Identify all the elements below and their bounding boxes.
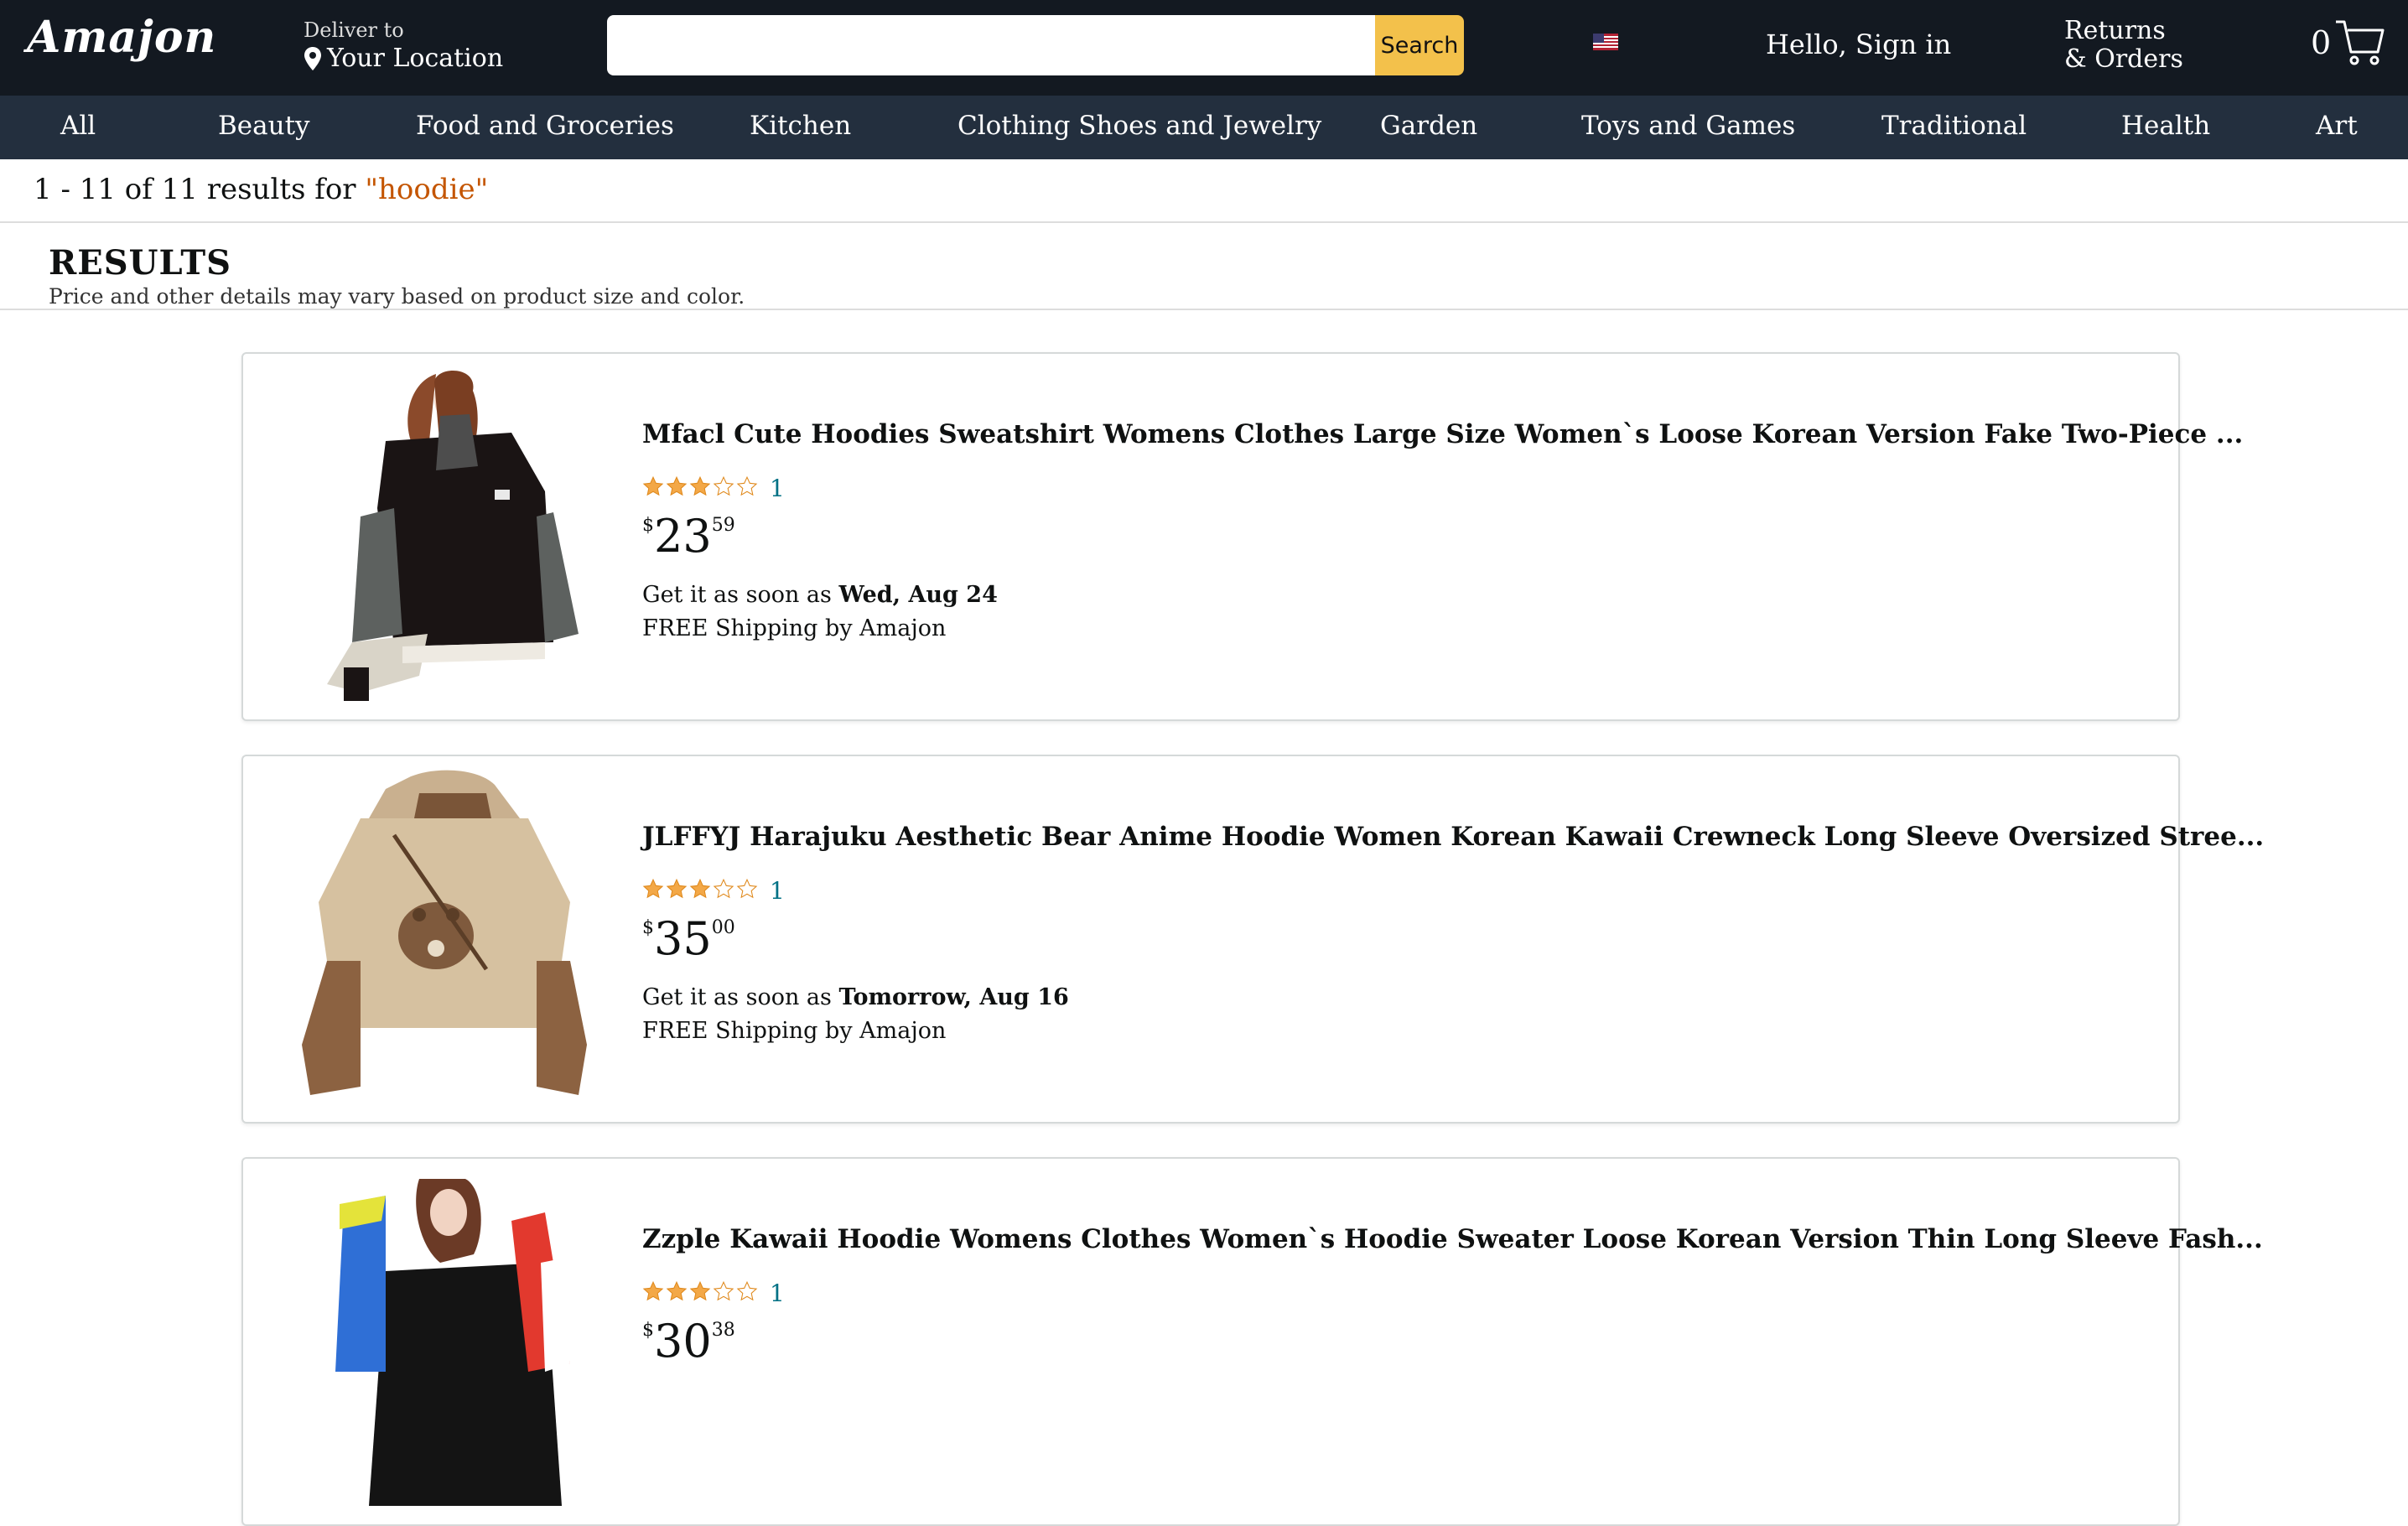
top-header: Amajon Deliver to Your Location Search H… xyxy=(0,0,2408,96)
result-count: 1 - 11 of 11 results for "hoodie" xyxy=(34,173,488,206)
star-empty-icon xyxy=(713,878,734,898)
delivery-prefix: Get it as soon as xyxy=(642,984,839,1010)
star-filled-icon xyxy=(689,878,711,898)
star-empty-icon xyxy=(736,475,758,496)
deliver-label: Deliver to xyxy=(304,18,404,42)
product-title[interactable]: Zzple Kawaii Hoodie Womens Clothes Women… xyxy=(642,1224,2263,1254)
product-title[interactable]: JLFFYJ Harajuku Aesthetic Bear Anime Hoo… xyxy=(642,822,2264,852)
returns-label: Returns xyxy=(2064,16,2166,45)
star-filled-icon xyxy=(689,1280,711,1300)
search-input[interactable] xyxy=(607,15,1375,75)
star-rating[interactable] xyxy=(642,878,760,900)
delivery-info: Get it as soon as Tomorrow, Aug 16 xyxy=(642,984,1069,1010)
delivery-prefix: Get it as soon as xyxy=(642,582,839,608)
divider xyxy=(0,309,2408,310)
product-image[interactable] xyxy=(293,1170,595,1506)
delivery-date: Tomorrow, Aug 16 xyxy=(838,984,1069,1010)
category-clothing[interactable]: Clothing Shoes and Jewelry xyxy=(957,111,1321,141)
product-price: $2359 xyxy=(642,510,735,563)
star-filled-icon xyxy=(666,878,688,898)
location-pin-icon xyxy=(304,46,321,70)
category-garden[interactable]: Garden xyxy=(1380,111,1477,141)
price-symbol: $ xyxy=(642,515,654,536)
product-price: $3038 xyxy=(642,1315,735,1368)
product-card: Zzple Kawaii Hoodie Womens Clothes Women… xyxy=(241,1157,2263,1526)
star-empty-icon xyxy=(713,1280,734,1300)
star-empty-icon xyxy=(713,475,734,496)
us-flag-icon[interactable] xyxy=(1593,34,1618,50)
category-food-groceries[interactable]: Food and Groceries xyxy=(416,111,674,141)
cart-button[interactable]: 0 xyxy=(2311,17,2386,69)
search-button[interactable]: Search xyxy=(1375,15,1464,75)
rating-count[interactable]: 1 xyxy=(770,475,785,502)
delivery-info: Get it as soon as Wed, Aug 24 xyxy=(642,582,998,608)
price-whole: 30 xyxy=(654,1315,712,1368)
deliver-location: Your Location xyxy=(327,44,504,73)
price-symbol: $ xyxy=(642,917,654,938)
cart-count: 0 xyxy=(2311,24,2332,61)
product-title[interactable]: Mfacl Cute Hoodies Sweatshirt Womens Clo… xyxy=(642,419,2243,449)
orders-label: & Orders xyxy=(2064,44,2183,74)
price-symbol: $ xyxy=(642,1320,654,1341)
product-card: Mfacl Cute Hoodies Sweatshirt Womens Clo… xyxy=(241,352,2243,721)
deliver-to[interactable]: Deliver to Your Location xyxy=(304,18,503,73)
result-count-bar: 1 - 11 of 11 results for "hoodie" xyxy=(0,159,2408,223)
star-filled-icon xyxy=(666,475,688,496)
rating-count[interactable]: 1 xyxy=(770,877,785,905)
shipping-info: FREE Shipping by Amajon xyxy=(642,615,947,641)
star-rating[interactable] xyxy=(642,475,760,497)
results-subheading: Price and other details may vary based o… xyxy=(49,284,745,309)
results-heading: RESULTS xyxy=(49,243,232,283)
price-whole: 23 xyxy=(654,510,712,563)
category-traditional[interactable]: Traditional xyxy=(1881,111,2027,141)
category-kitchen[interactable]: Kitchen xyxy=(750,111,851,141)
product-image[interactable] xyxy=(293,366,595,701)
product-image[interactable] xyxy=(293,768,595,1103)
results-heading-block: RESULTS Price and other details may vary… xyxy=(49,243,745,309)
category-art[interactable]: Art xyxy=(2316,111,2358,141)
amajon-logo[interactable]: Amajon xyxy=(27,12,216,63)
product-rating: 1 xyxy=(642,872,785,905)
search-bar: Search xyxy=(607,15,1464,75)
category-all[interactable]: All xyxy=(60,111,96,141)
product-rating: 1 xyxy=(642,1274,785,1307)
category-beauty[interactable]: Beauty xyxy=(218,111,310,141)
star-filled-icon xyxy=(642,1280,664,1300)
product-price: $3500 xyxy=(642,912,735,965)
star-rating[interactable] xyxy=(642,1280,760,1302)
price-whole: 35 xyxy=(654,912,712,965)
sign-in-link[interactable]: Hello, Sign in xyxy=(1766,29,1951,60)
price-fraction: 38 xyxy=(711,1320,735,1341)
delivery-date: Wed, Aug 24 xyxy=(838,582,998,608)
star-filled-icon xyxy=(642,475,664,496)
star-filled-icon xyxy=(689,475,711,496)
price-fraction: 00 xyxy=(711,917,735,938)
search-query: "hoodie" xyxy=(365,173,489,206)
result-count-text: 1 - 11 of 11 results for xyxy=(34,173,366,206)
star-empty-icon xyxy=(736,878,758,898)
star-empty-icon xyxy=(736,1280,758,1300)
shipping-info: FREE Shipping by Amajon xyxy=(642,1018,947,1044)
star-filled-icon xyxy=(666,1280,688,1300)
star-filled-icon xyxy=(642,878,664,898)
category-health[interactable]: Health xyxy=(2121,111,2210,141)
category-toys-games[interactable]: Toys and Games xyxy=(1581,111,1795,141)
rating-count[interactable]: 1 xyxy=(770,1279,785,1307)
category-nav: All Beauty Food and Groceries Kitchen Cl… xyxy=(0,96,2408,159)
product-rating: 1 xyxy=(642,470,785,502)
returns-orders-link[interactable]: Returns & Orders xyxy=(2064,17,2183,74)
cart-icon xyxy=(2336,20,2385,65)
price-fraction: 59 xyxy=(711,515,735,536)
product-card: JLFFYJ Harajuku Aesthetic Bear Anime Hoo… xyxy=(241,755,2264,1124)
